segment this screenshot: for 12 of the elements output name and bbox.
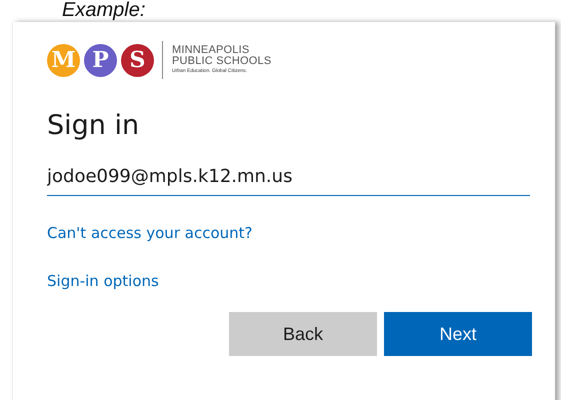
logo-badge: P — [84, 44, 117, 76]
school-name: PUBLIC SCHOOLS — [172, 56, 272, 67]
back-button[interactable]: Back — [229, 312, 377, 356]
logo-badge: M — [47, 44, 80, 76]
next-button[interactable]: Next — [384, 312, 532, 356]
page-title: Sign in — [47, 109, 140, 143]
school-name: MINNEAPOLIS — [172, 45, 250, 56]
logo-badge: S — [121, 44, 154, 76]
email-field[interactable]: jodoe099@mpls.k12.mn.us — [47, 158, 530, 196]
example-caption: Example: — [62, 0, 146, 20]
text-link[interactable]: Can't access your account? — [47, 224, 252, 242]
text-link[interactable]: Sign-in options — [47, 272, 159, 290]
